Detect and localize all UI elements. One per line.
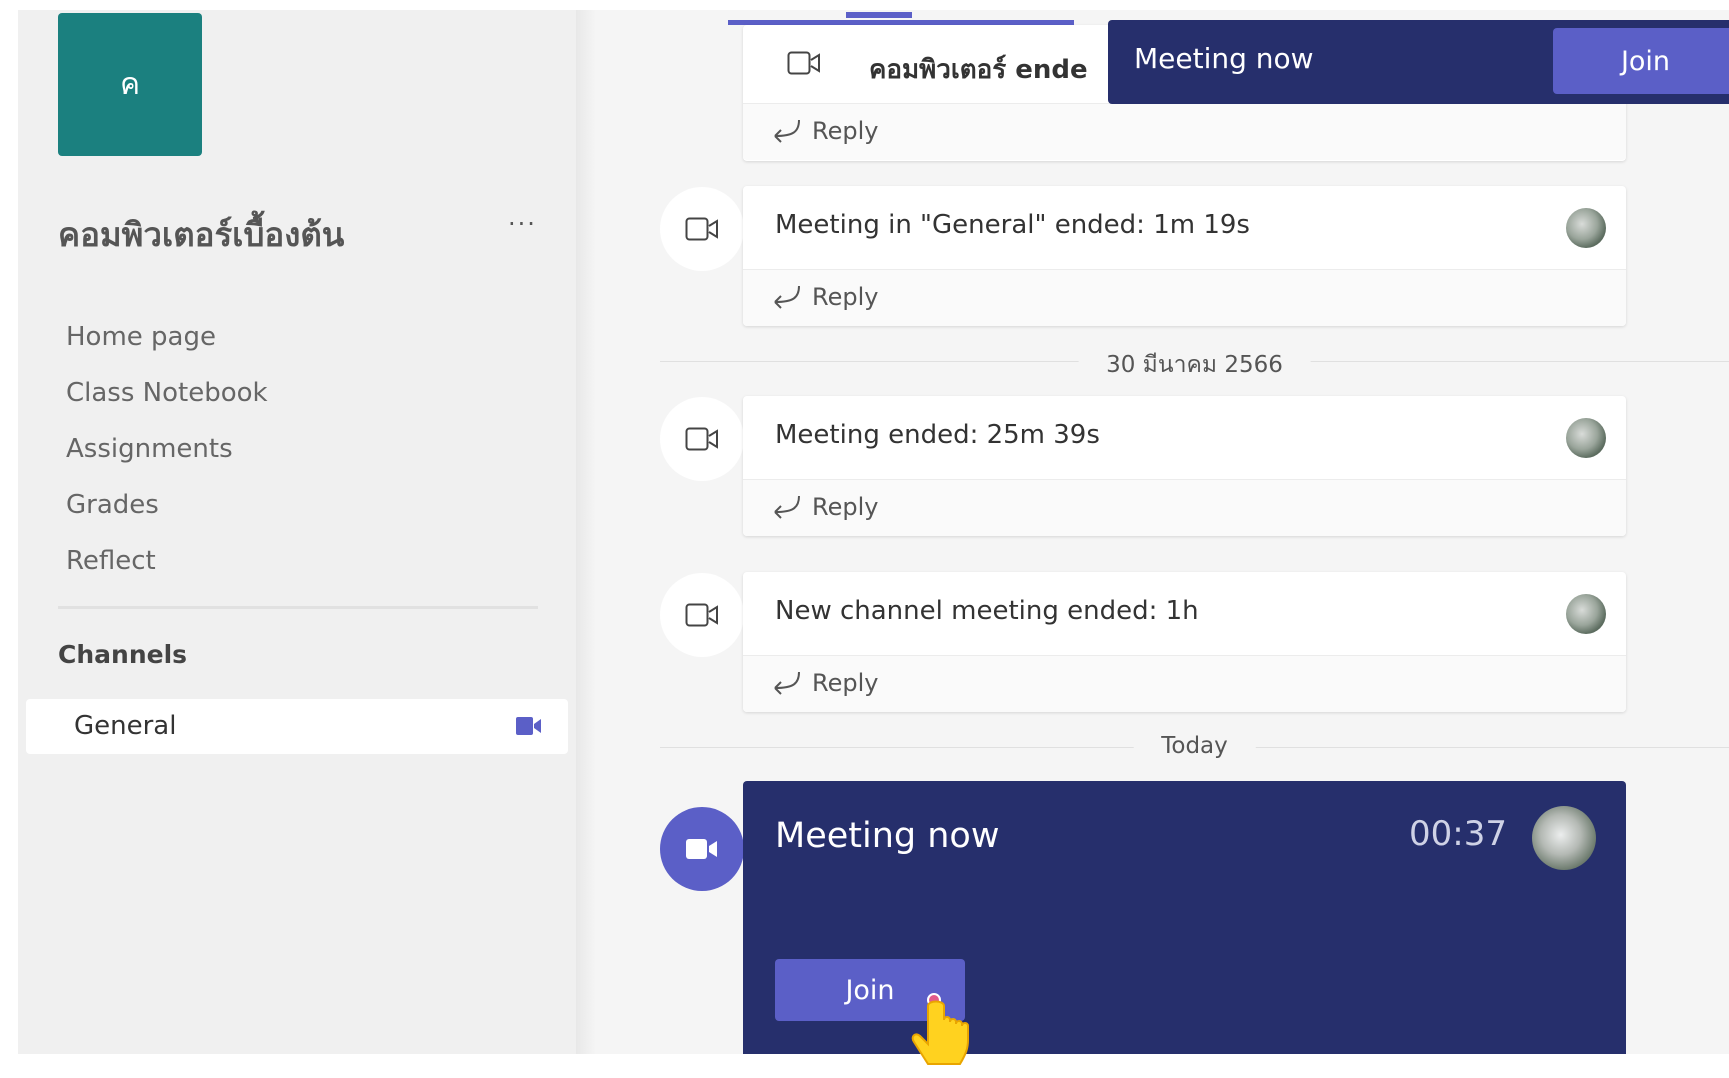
avatar <box>1566 594 1606 634</box>
team-nav: Home page Class Notebook Assignments Gra… <box>66 313 268 593</box>
meeting-card-3: New channel meeting ended: 1h Reply <box>743 572 1626 712</box>
banner-join-button[interactable]: Join <box>1553 28 1729 94</box>
card-header: New channel meeting ended: 1h <box>743 572 1626 656</box>
reply-button[interactable]: Reply <box>743 480 1626 536</box>
meeting-card-1: Meeting in "General" ended: 1m 19s Reply <box>743 186 1626 326</box>
reply-arrow-icon <box>771 284 803 314</box>
sidebar-divider <box>58 606 538 609</box>
reply-button[interactable]: Reply <box>743 270 1626 326</box>
meeting-active-icon <box>516 717 542 739</box>
nav-reflect[interactable]: Reflect <box>66 537 268 593</box>
meeting-card-2: Meeting ended: 25m 39s Reply <box>743 396 1626 536</box>
card-title: Meeting in "General" ended: 1m 19s <box>775 210 1250 240</box>
date-separator: Today <box>660 733 1729 763</box>
date-label: 30 มีนาคม 2566 <box>1078 347 1311 383</box>
meeting-icon-circle <box>660 187 744 271</box>
card-title: Meeting ended: 25m 39s <box>775 420 1100 450</box>
avatar <box>1566 418 1606 458</box>
avatar <box>1566 208 1606 248</box>
avatar <box>1532 806 1596 870</box>
team-avatar: ค <box>58 13 202 156</box>
meeting-timer: 00:37 <box>1409 814 1507 854</box>
nav-assignments[interactable]: Assignments <box>66 425 268 481</box>
video-camera-icon <box>685 603 718 627</box>
card-title: คอมพิวเตอร์ ende <box>869 55 1088 85</box>
meeting-icon-circle <box>660 573 744 657</box>
reply-label: Reply <box>812 669 879 697</box>
reply-button[interactable]: Reply <box>743 104 1626 160</box>
teams-window: ค คอมพิวเตอร์เบื้องต้น ··· Home page Cla… <box>18 10 1729 1054</box>
meeting-icon-circle <box>660 397 744 481</box>
more-options-icon[interactable]: ··· <box>508 210 537 238</box>
date-separator: 30 มีนาคม 2566 <box>660 347 1729 383</box>
video-camera-icon <box>685 217 718 241</box>
team-sidebar: ค คอมพิวเตอร์เบื้องต้น ··· Home page Cla… <box>18 10 576 1054</box>
card-header: Meeting in "General" ended: 1m 19s <box>743 186 1626 270</box>
banner-title: Meeting now <box>1134 42 1314 75</box>
channels-heading: Channels <box>58 640 188 669</box>
video-camera-icon <box>787 51 821 79</box>
channel-feed: คอมพิวเตอร์ ende Reply Meeting in "Gener… <box>596 10 1729 1054</box>
hand-pointer-icon <box>904 992 984 1078</box>
team-initial: ค <box>119 67 141 102</box>
team-name: คอมพิวเตอร์เบื้องต้น <box>58 215 345 254</box>
reply-label: Reply <box>812 493 879 521</box>
nav-class-notebook[interactable]: Class Notebook <box>66 369 268 425</box>
reply-label: Reply <box>812 117 879 145</box>
nav-home-page[interactable]: Home page <box>66 313 268 369</box>
video-camera-icon <box>686 839 717 859</box>
video-camera-icon <box>685 427 718 451</box>
reply-label: Reply <box>812 283 879 311</box>
card-header: Meeting ended: 25m 39s <box>743 396 1626 480</box>
channel-label: General <box>74 711 177 741</box>
reply-arrow-icon <box>771 118 803 148</box>
channel-item-general[interactable]: General <box>26 699 568 754</box>
meeting-now-card: Meeting now 00:37 Join <box>743 781 1626 1054</box>
date-label: Today <box>1133 733 1256 759</box>
reply-button[interactable]: Reply <box>743 656 1626 712</box>
reply-arrow-icon <box>771 494 803 524</box>
meeting-now-title: Meeting now <box>775 816 1000 856</box>
nav-grades[interactable]: Grades <box>66 481 268 537</box>
reply-arrow-icon <box>771 670 803 700</box>
card-title: New channel meeting ended: 1h <box>775 596 1199 626</box>
meeting-live-icon-circle <box>660 807 744 891</box>
meeting-now-banner: Meeting now Join <box>1108 20 1729 104</box>
active-tab-indicator <box>846 12 912 18</box>
sidebar-edge <box>576 10 596 1054</box>
